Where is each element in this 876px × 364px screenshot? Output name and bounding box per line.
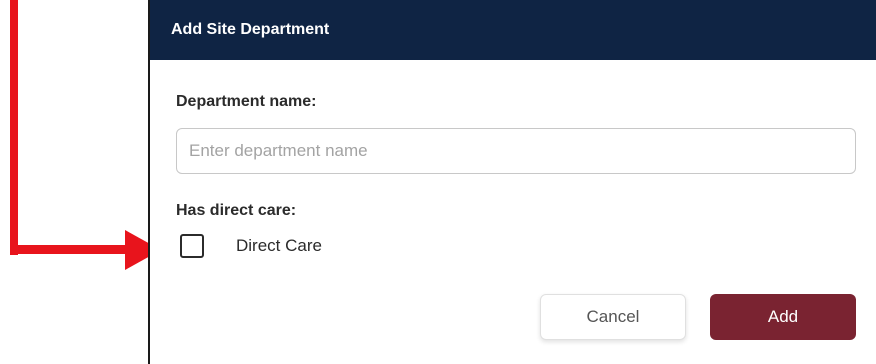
direct-care-label: Has direct care:	[176, 202, 297, 219]
department-name-input[interactable]	[176, 128, 856, 174]
annotation-arrow-shaft-horizontal	[10, 245, 130, 254]
direct-care-checkbox-label[interactable]: Direct Care	[236, 236, 322, 256]
dialog-header: Add Site Department	[150, 0, 876, 60]
screenshot-canvas: Add Site Department Department name: Has…	[0, 0, 876, 364]
department-name-label: Department name:	[176, 93, 317, 110]
add-button[interactable]: Add	[710, 294, 856, 340]
add-button-label: Add	[767, 307, 799, 326]
direct-care-checkbox[interactable]	[180, 234, 204, 258]
cancel-button-label: Cancel	[586, 307, 640, 326]
dialog-title: Add Site Department	[171, 21, 330, 38]
annotation-arrow-shaft-vertical	[10, 0, 18, 255]
cancel-button[interactable]: Cancel	[540, 294, 686, 340]
direct-care-checkbox-row[interactable]: Direct Care	[180, 234, 322, 258]
add-site-department-dialog: Add Site Department Department name: Has…	[148, 0, 876, 364]
